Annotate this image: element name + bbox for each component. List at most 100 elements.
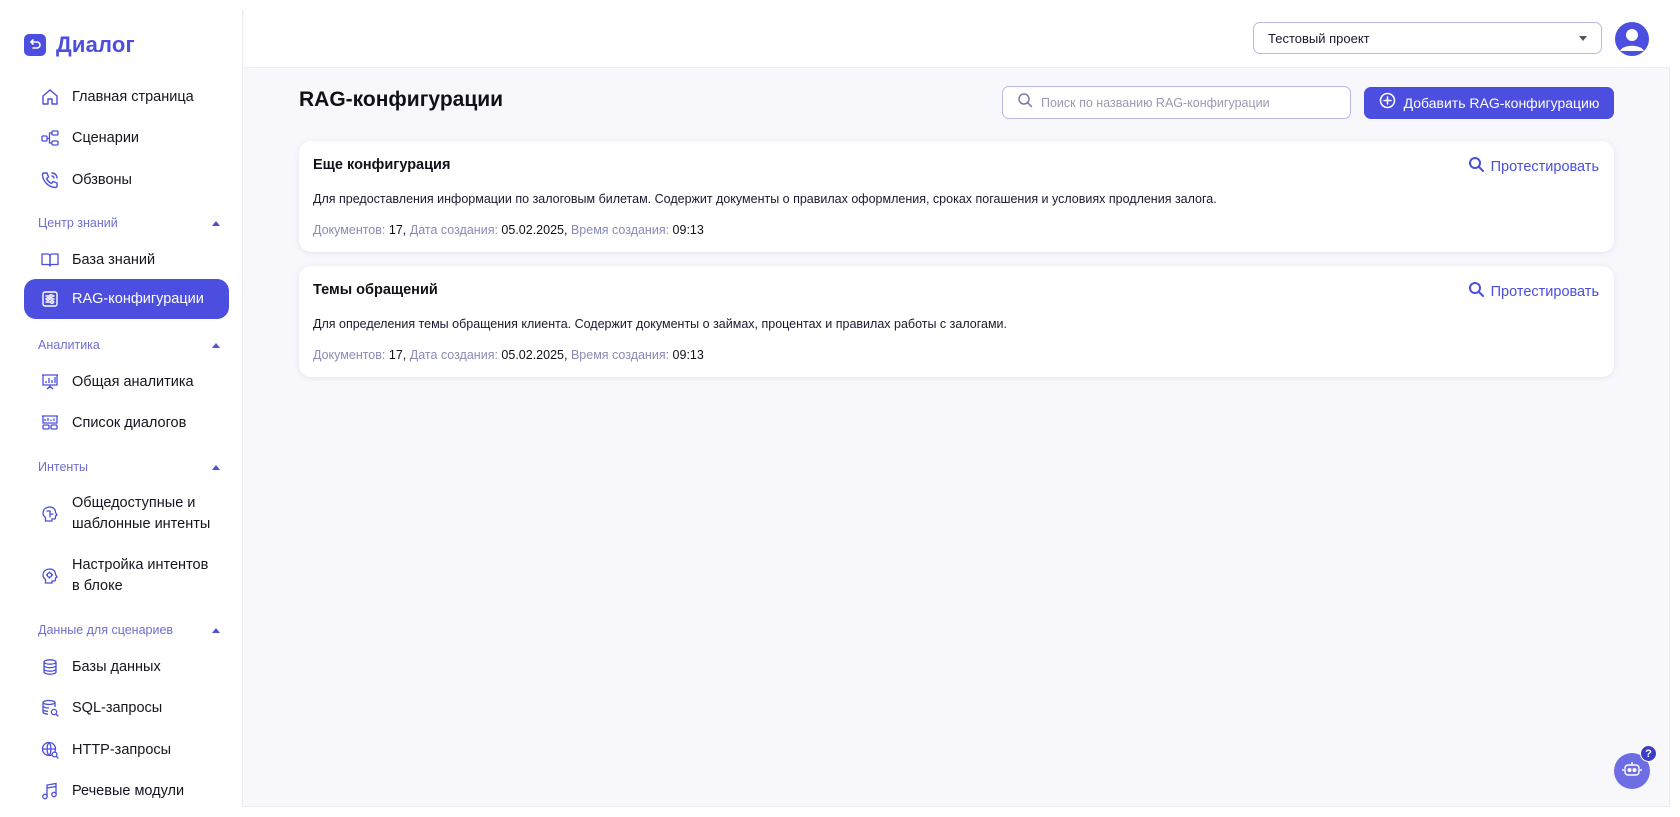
avatar[interactable]: [1615, 22, 1649, 56]
sidebar-item-sql-queries[interactable]: SQL-запросы: [24, 688, 229, 728]
card-meta: Документов: 17, Дата создания: 05.02.202…: [313, 348, 704, 362]
test-button-label: Протестировать: [1490, 159, 1599, 175]
home-icon: [40, 87, 60, 107]
section-label: Аналитика: [38, 338, 100, 352]
test-button-label: Протестировать: [1490, 284, 1599, 300]
dialog-list-icon: [40, 413, 60, 433]
section-analytics[interactable]: Аналитика: [38, 338, 220, 352]
meta-time-label: Время создания:: [570, 348, 670, 362]
brain-icon: [40, 504, 60, 524]
sidebar-item-home[interactable]: Главная страница: [24, 77, 229, 117]
section-label: Данные для сценариев: [38, 623, 174, 637]
card-title: Еще конфигурация: [313, 157, 451, 173]
caret-up-icon: [212, 627, 220, 633]
sidebar-item-rag-configs[interactable]: RAG-конфигурации: [24, 279, 229, 319]
sidebar-item-label: Главная страница: [72, 88, 194, 105]
sidebar-item-scenarios[interactable]: Сценарии: [24, 118, 229, 158]
help-badge[interactable]: ?: [1640, 745, 1657, 762]
search-icon: [1468, 156, 1485, 178]
add-button-label: Добавить RAG-конфигурацию: [1403, 95, 1600, 111]
section-knowledge-center[interactable]: Центр знаний: [38, 216, 220, 230]
meta-time-value: 09:13: [672, 348, 704, 362]
user-icon: [1620, 29, 1644, 51]
app-frame: [10, 10, 1670, 807]
chevron-down-icon: [1579, 35, 1587, 41]
rag-config-card[interactable]: Еще конфигурация Протестировать Для пред…: [299, 141, 1614, 252]
sidebar-item-label: Обзвоны: [72, 171, 132, 188]
sidebar-item-label: Речевые модули: [72, 782, 185, 799]
card-description: Для определения темы обращения клиента. …: [313, 317, 1008, 331]
plus-circle-icon: [1379, 92, 1396, 114]
database-icon: [40, 657, 60, 677]
section-scenario-data[interactable]: Данные для сценариев: [38, 623, 220, 637]
presentation-chart-icon: [40, 372, 60, 392]
sidebar-item-public-intents[interactable]: Общедоступные и шаблонные интенты: [24, 484, 229, 544]
card-meta: Документов: 17, Дата создания: 05.02.202…: [313, 223, 704, 237]
caret-up-icon: [212, 464, 220, 470]
sidebar-item-calls[interactable]: Обзвоны: [24, 160, 229, 200]
sidebar-item-label-line1: Настройка интентов: [72, 557, 209, 573]
sliders-icon: [40, 289, 60, 309]
meta-time-value: 09:13: [672, 223, 704, 237]
app-logo[interactable]: Диалог: [24, 32, 135, 58]
search-icon: [1017, 92, 1033, 113]
search-icon: [1468, 281, 1485, 303]
logo-text: Диалог: [56, 32, 135, 57]
logo-icon: [24, 34, 46, 56]
meta-date-label: Дата создания:: [409, 223, 498, 237]
sidebar-item-speech-modules[interactable]: Речевые модули: [24, 771, 229, 807]
sidebar-item-general-analytics[interactable]: Общая аналитика: [24, 362, 229, 402]
add-rag-config-button[interactable]: Добавить RAG-конфигурацию: [1364, 87, 1614, 119]
caret-up-icon: [212, 342, 220, 348]
sidebar-item-label-line2: шаблонные интенты: [72, 516, 211, 532]
sidebar-item-block-intents[interactable]: Настройка интентов в блоке: [24, 546, 229, 606]
section-intents[interactable]: Интенты: [38, 460, 220, 474]
robot-icon: [1621, 758, 1643, 785]
sidebar-item-label: Список диалогов: [72, 414, 187, 431]
search-box[interactable]: [1002, 86, 1351, 119]
meta-date-value: 05.02.2025: [501, 223, 564, 237]
sidebar-item-dialog-list[interactable]: Список диалогов: [24, 403, 229, 443]
section-label: Центр знаний: [38, 216, 118, 230]
scenarios-icon: [40, 128, 60, 148]
sidebar-item-label: SQL-запросы: [72, 699, 163, 716]
music-note-icon: [40, 781, 60, 801]
sidebar: Диалог Главная страница Сценарии Обзвоны…: [10, 10, 243, 807]
meta-date-value: 05.02.2025: [501, 348, 564, 362]
project-select[interactable]: Тестовый проект: [1253, 22, 1602, 54]
phone-icon: [40, 170, 60, 190]
test-button[interactable]: Протестировать: [1468, 281, 1599, 303]
sidebar-item-label: Настройка интентов в блоке: [72, 555, 208, 597]
database-search-icon: [40, 698, 60, 718]
sidebar-item-label: Сценарии: [72, 129, 140, 146]
meta-docs-label: Документов:: [313, 348, 386, 362]
meta-docs-value: 17: [388, 223, 403, 237]
sidebar-item-knowledge-base[interactable]: База знаний: [24, 240, 229, 280]
sidebar-item-label: Общая аналитика: [72, 373, 194, 390]
meta-docs-label: Документов:: [313, 223, 386, 237]
sidebar-item-databases[interactable]: Базы данных: [24, 647, 229, 687]
globe-search-icon: [40, 740, 60, 760]
page-title: RAG-конфигурации: [299, 88, 504, 111]
sidebar-item-http-queries[interactable]: HTTP-запросы: [24, 730, 229, 770]
meta-docs-value: 17: [388, 348, 403, 362]
search-input[interactable]: [1041, 95, 1341, 110]
sidebar-item-label: RAG-конфигурации: [72, 290, 204, 307]
sidebar-item-label-line1: Общедоступные и: [72, 495, 196, 511]
sidebar-item-label-line2: в блоке: [72, 578, 123, 594]
meta-time-label: Время создания:: [570, 223, 670, 237]
project-select-value: Тестовый проект: [1268, 30, 1370, 46]
sidebar-item-label: Базы данных: [72, 658, 161, 675]
sidebar-item-label: База знаний: [72, 251, 156, 268]
card-description: Для предоставления информации по залогов…: [313, 192, 1217, 206]
sidebar-item-label: Общедоступные и шаблонные интенты: [72, 493, 210, 535]
sidebar-item-label: HTTP-запросы: [72, 741, 172, 758]
caret-up-icon: [212, 220, 220, 226]
test-button[interactable]: Протестировать: [1468, 156, 1599, 178]
meta-date-label: Дата создания:: [409, 348, 498, 362]
section-label: Интенты: [38, 460, 89, 474]
card-title: Темы обращений: [313, 282, 438, 298]
brain-gear-icon: [40, 566, 60, 586]
book-icon: [40, 250, 60, 270]
rag-config-card[interactable]: Темы обращений Протестировать Для опреде…: [299, 266, 1614, 377]
